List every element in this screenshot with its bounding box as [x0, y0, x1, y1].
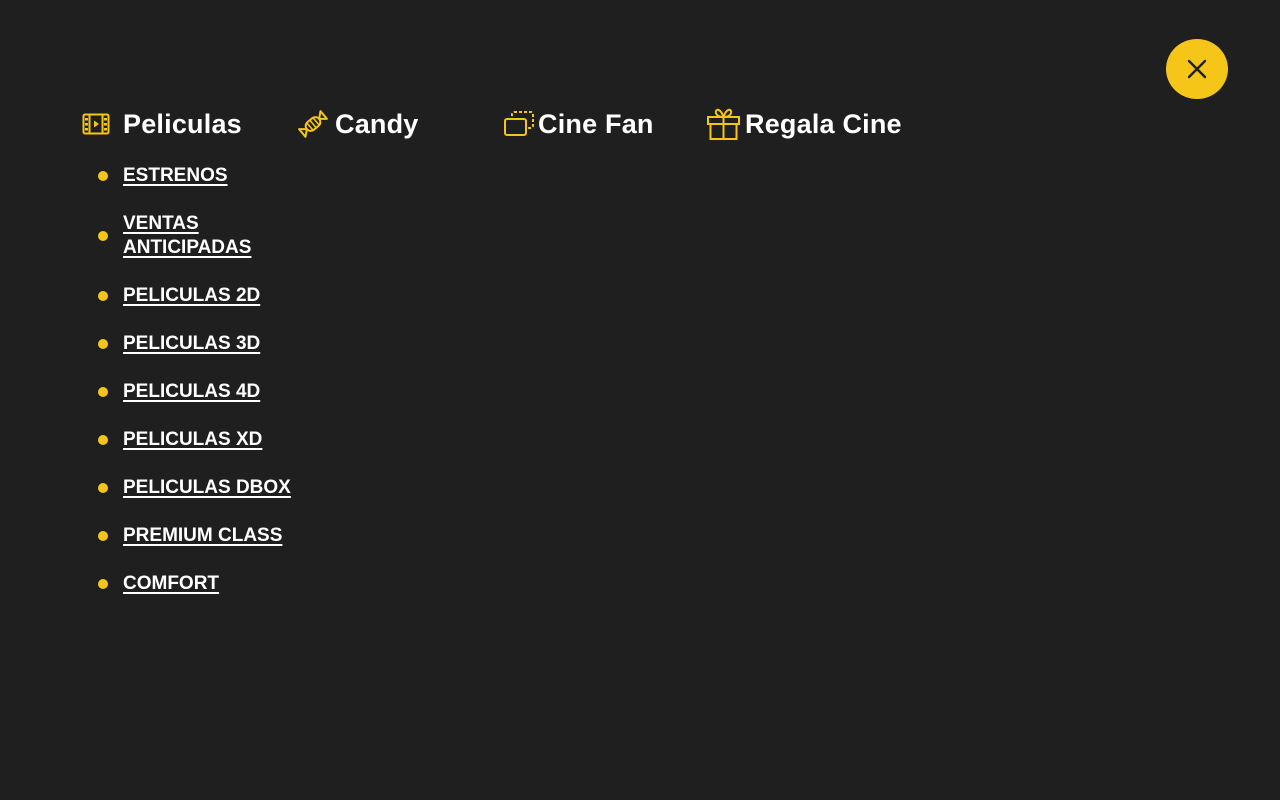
submenu-link[interactable]: PELICULAS XD: [123, 428, 298, 452]
submenu-item-ventas-anticipadas: VENTAS ANTICIPADAS: [98, 212, 338, 260]
submenu-link[interactable]: PELICULAS 4D: [123, 380, 298, 404]
bullet: [98, 531, 108, 541]
peliculas-submenu: ESTRENOS VENTAS ANTICIPADAS PELICULAS 2D…: [98, 164, 338, 620]
nav-column-candy: Candy: [296, 104, 419, 144]
bullet: [98, 483, 108, 493]
gift-icon: [706, 107, 741, 141]
bullet: [98, 171, 108, 181]
nav-header-cine-fan[interactable]: Cine Fan: [503, 104, 654, 144]
submenu-item-premium-class: PREMIUM CLASS: [98, 524, 338, 548]
film-icon: [82, 113, 110, 135]
submenu-item-estrenos: ESTRENOS: [98, 164, 338, 188]
submenu-link[interactable]: PELICULAS DBOX: [123, 476, 298, 500]
submenu-link[interactable]: PELICULAS 3D: [123, 332, 298, 356]
submenu-item-peliculas-dbox: PELICULAS DBOX: [98, 476, 338, 500]
submenu-link[interactable]: VENTAS ANTICIPADAS: [123, 212, 273, 260]
submenu-link[interactable]: PREMIUM CLASS: [123, 524, 298, 548]
bullet: [98, 387, 108, 397]
submenu-link[interactable]: COMFORT: [123, 572, 298, 596]
nav-label-regala-cine: Regala Cine: [745, 108, 902, 139]
bullet: [98, 339, 108, 349]
bullet: [98, 231, 108, 241]
submenu-link[interactable]: PELICULAS 2D: [123, 284, 298, 308]
nav-column-regala-cine: Regala Cine: [706, 104, 902, 144]
nav-label-cine-fan: Cine Fan: [538, 108, 654, 139]
nav-column-peliculas: Peliculas: [82, 104, 242, 144]
close-icon: [1186, 58, 1208, 80]
bullet: [98, 291, 108, 301]
candy-icon: [296, 107, 330, 141]
submenu-item-peliculas-3d: PELICULAS 3D: [98, 332, 338, 356]
nav-label-peliculas: Peliculas: [123, 108, 242, 139]
nav-header-regala-cine[interactable]: Regala Cine: [706, 104, 902, 144]
submenu-item-peliculas-2d: PELICULAS 2D: [98, 284, 338, 308]
close-menu-button[interactable]: [1166, 39, 1228, 99]
bullet: [98, 579, 108, 589]
submenu-item-peliculas-xd: PELICULAS XD: [98, 428, 338, 452]
nav-column-cine-fan: Cine Fan: [503, 104, 654, 144]
bullet: [98, 435, 108, 445]
menu-overlay: Peliculas Candy Cine Fan Regala Cine EST…: [0, 0, 1280, 800]
submenu-link[interactable]: ESTRENOS: [123, 164, 298, 188]
submenu-item-peliculas-4d: PELICULAS 4D: [98, 380, 338, 404]
nav-header-peliculas[interactable]: Peliculas: [82, 104, 242, 144]
nav-label-candy: Candy: [335, 108, 419, 139]
cards-icon: [503, 110, 535, 138]
nav-header-candy[interactable]: Candy: [296, 104, 419, 144]
submenu-item-comfort: COMFORT: [98, 572, 338, 596]
